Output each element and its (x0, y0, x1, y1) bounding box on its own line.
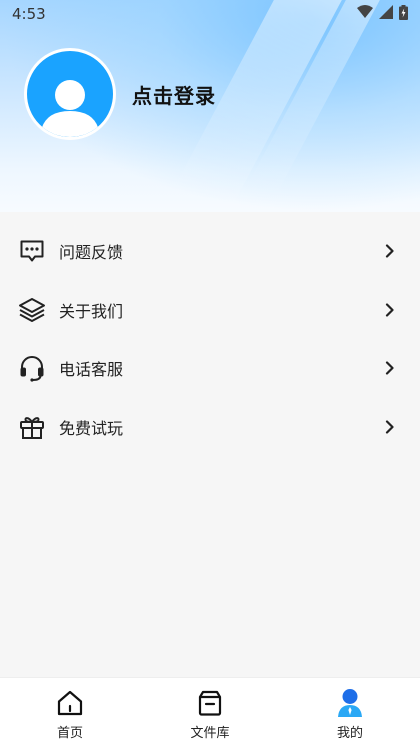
chevron-right-icon (382, 243, 398, 259)
headset-icon (18, 354, 46, 382)
menu-item-label: 问题反馈 (59, 243, 124, 263)
wifi-icon (357, 5, 373, 23)
status-icons (357, 4, 408, 24)
chevron-right-icon (382, 419, 398, 435)
login-link[interactable]: 点击登录 (132, 80, 216, 109)
tab-home[interactable]: 首页 (0, 678, 140, 747)
chevron-right-icon (382, 360, 398, 376)
message-dots-icon (18, 237, 46, 265)
menu-item-feedback[interactable]: 问题反馈 (0, 222, 420, 281)
layers-icon (18, 296, 46, 324)
tab-mine[interactable]: 我的 (280, 678, 420, 747)
tab-label: 首页 (56, 726, 83, 741)
menu-item-label: 关于我们 (59, 301, 124, 321)
menu-item-label: 电话客服 (59, 360, 124, 380)
cellular-signal-icon (379, 5, 393, 23)
status-time: 4:53 (12, 5, 46, 23)
tab-label: 我的 (336, 726, 363, 741)
user-icon (335, 688, 365, 718)
status-bar: 4:53 (0, 0, 420, 28)
menu-item-label: 免费试玩 (59, 418, 124, 438)
menu-item-phone-support[interactable]: 电话客服 (0, 339, 420, 398)
battery-charging-icon (399, 4, 408, 24)
menu-item-free-trial[interactable]: 免费试玩 (0, 398, 420, 457)
bottom-tab-bar: 首页 文件库 我的 (0, 677, 420, 747)
default-user-avatar-icon (40, 80, 100, 137)
avatar[interactable] (24, 48, 116, 140)
home-icon (55, 688, 85, 718)
gift-icon (18, 413, 46, 441)
tab-file-library[interactable]: 文件库 (140, 678, 280, 747)
settings-menu: 问题反馈 关于我们 电话客服 免费试玩 (0, 212, 420, 456)
archive-box-icon (195, 688, 225, 718)
tab-label: 文件库 (190, 726, 230, 741)
menu-item-about-us[interactable]: 关于我们 (0, 281, 420, 340)
chevron-right-icon (382, 302, 398, 318)
